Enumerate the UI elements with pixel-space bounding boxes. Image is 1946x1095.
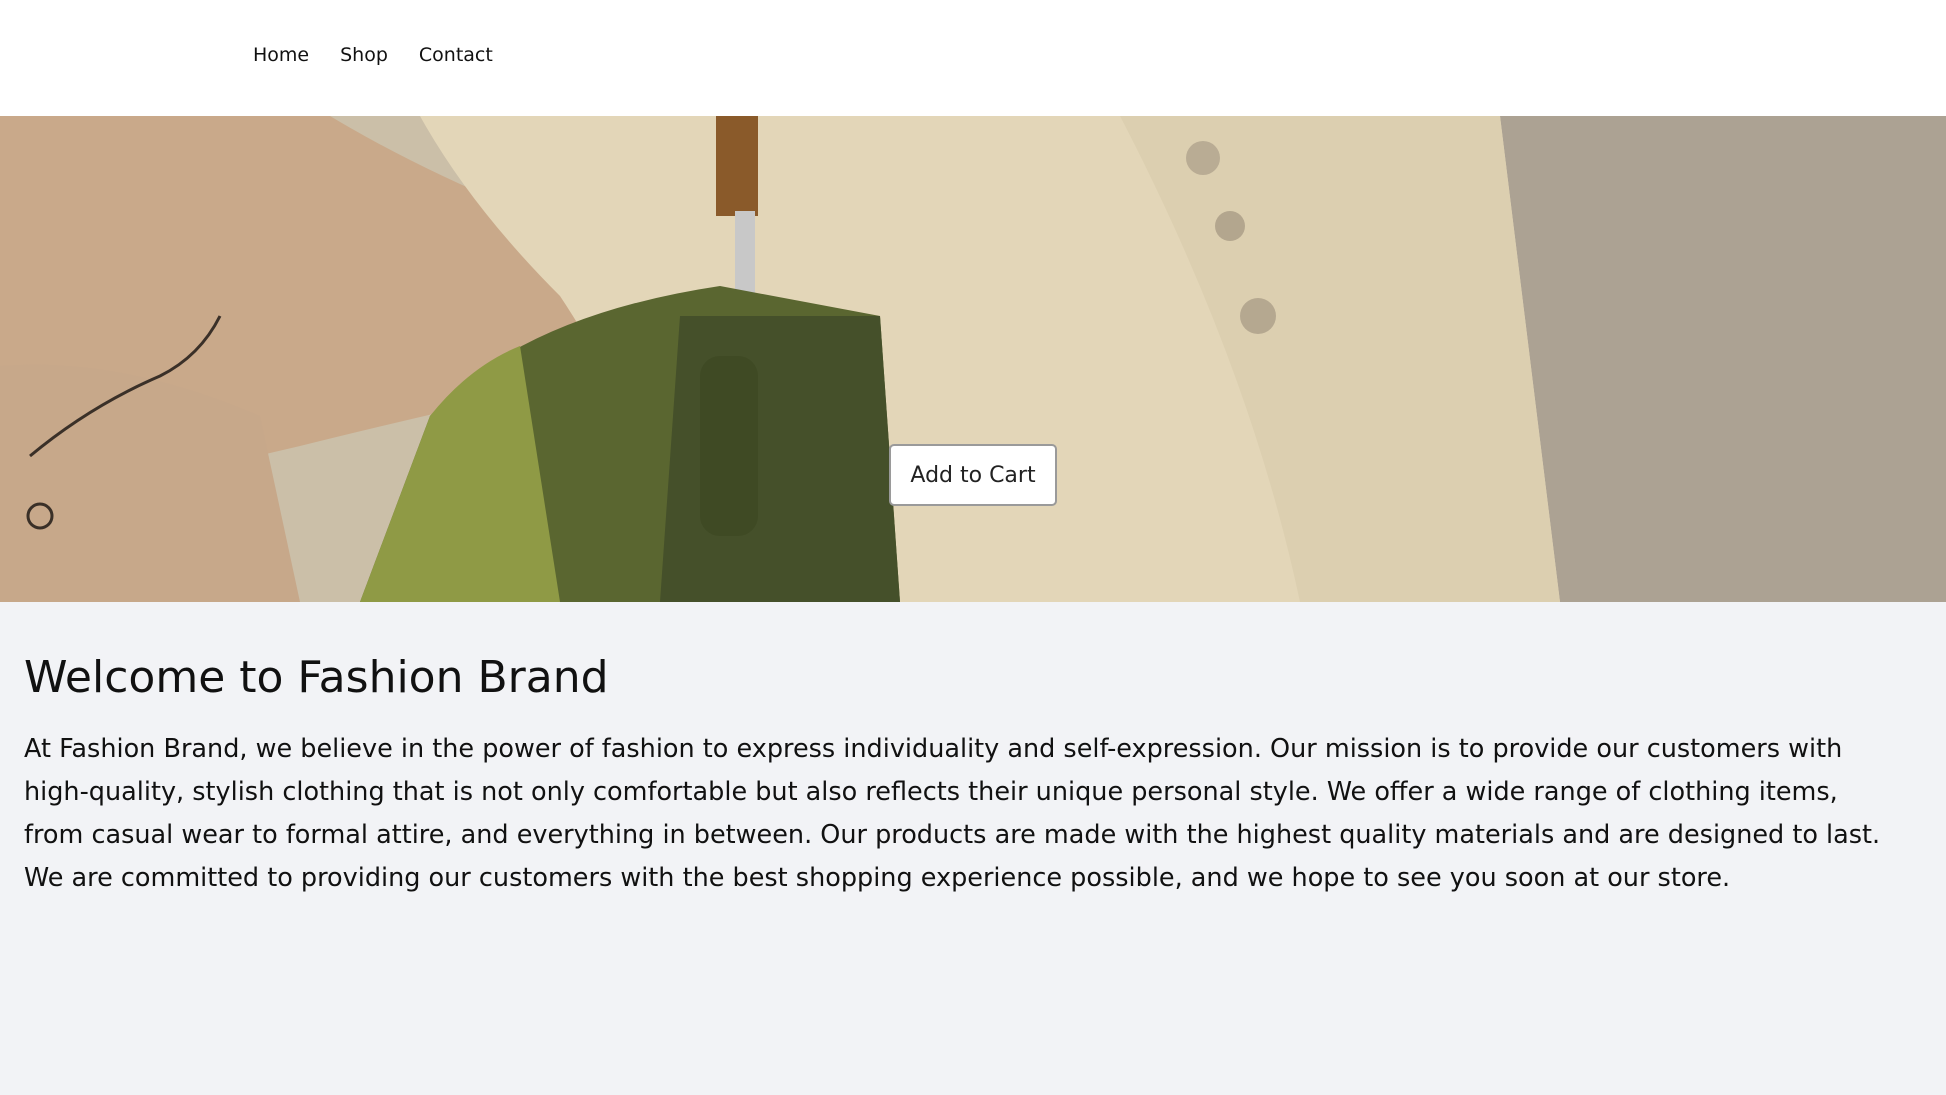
nav-link-home[interactable]: Home: [253, 43, 309, 67]
brand-description: At Fashion Brand, we believe in the powe…: [24, 734, 1881, 893]
page-title: Welcome to Fashion Brand: [24, 652, 609, 703]
hero-image: [0, 116, 1946, 602]
add-to-cart-button[interactable]: Add to Cart: [889, 444, 1057, 506]
site-header: Home Shop Contact: [0, 0, 1946, 116]
main-content: Welcome to Fashion Brand At Fashion Bran…: [24, 650, 1904, 900]
nav-link-shop[interactable]: Shop: [340, 43, 388, 67]
nav-link-contact[interactable]: Contact: [419, 43, 493, 67]
hero-banner: Add to Cart: [0, 116, 1946, 602]
main-nav: Home Shop Contact: [253, 43, 524, 67]
